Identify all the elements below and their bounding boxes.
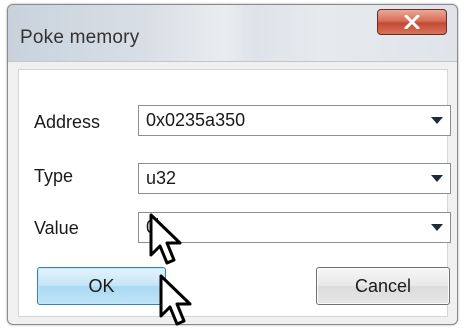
- address-dropdown-arrow-icon[interactable]: [431, 117, 443, 124]
- value-label: Value: [34, 218, 79, 238]
- pointer-cursor-icon: [159, 274, 192, 326]
- close-icon: [404, 15, 420, 29]
- dialog-body: Address 0x0235a350 Type u32 Value 0 OK C…: [18, 69, 451, 317]
- close-button[interactable]: [377, 9, 447, 35]
- type-value: u32: [146, 168, 177, 188]
- cancel-button[interactable]: Cancel: [316, 267, 450, 305]
- type-dropdown-arrow-icon[interactable]: [431, 175, 443, 182]
- dialog-title: Poke memory: [20, 27, 140, 48]
- ok-button[interactable]: OK: [37, 267, 166, 305]
- type-label: Type: [34, 166, 74, 186]
- value-dropdown-arrow-icon[interactable]: [431, 224, 443, 231]
- pointer-cursor-icon: [149, 213, 182, 265]
- title-bar[interactable]: Poke memory: [8, 5, 457, 62]
- poke-memory-dialog: Poke memory Address 0x0235a350 Type u32 …: [7, 4, 458, 325]
- address-label: Address: [34, 112, 101, 132]
- type-combobox[interactable]: u32: [138, 163, 451, 194]
- address-combobox[interactable]: 0x0235a350: [138, 105, 451, 136]
- address-value: 0x0235a350: [146, 110, 246, 130]
